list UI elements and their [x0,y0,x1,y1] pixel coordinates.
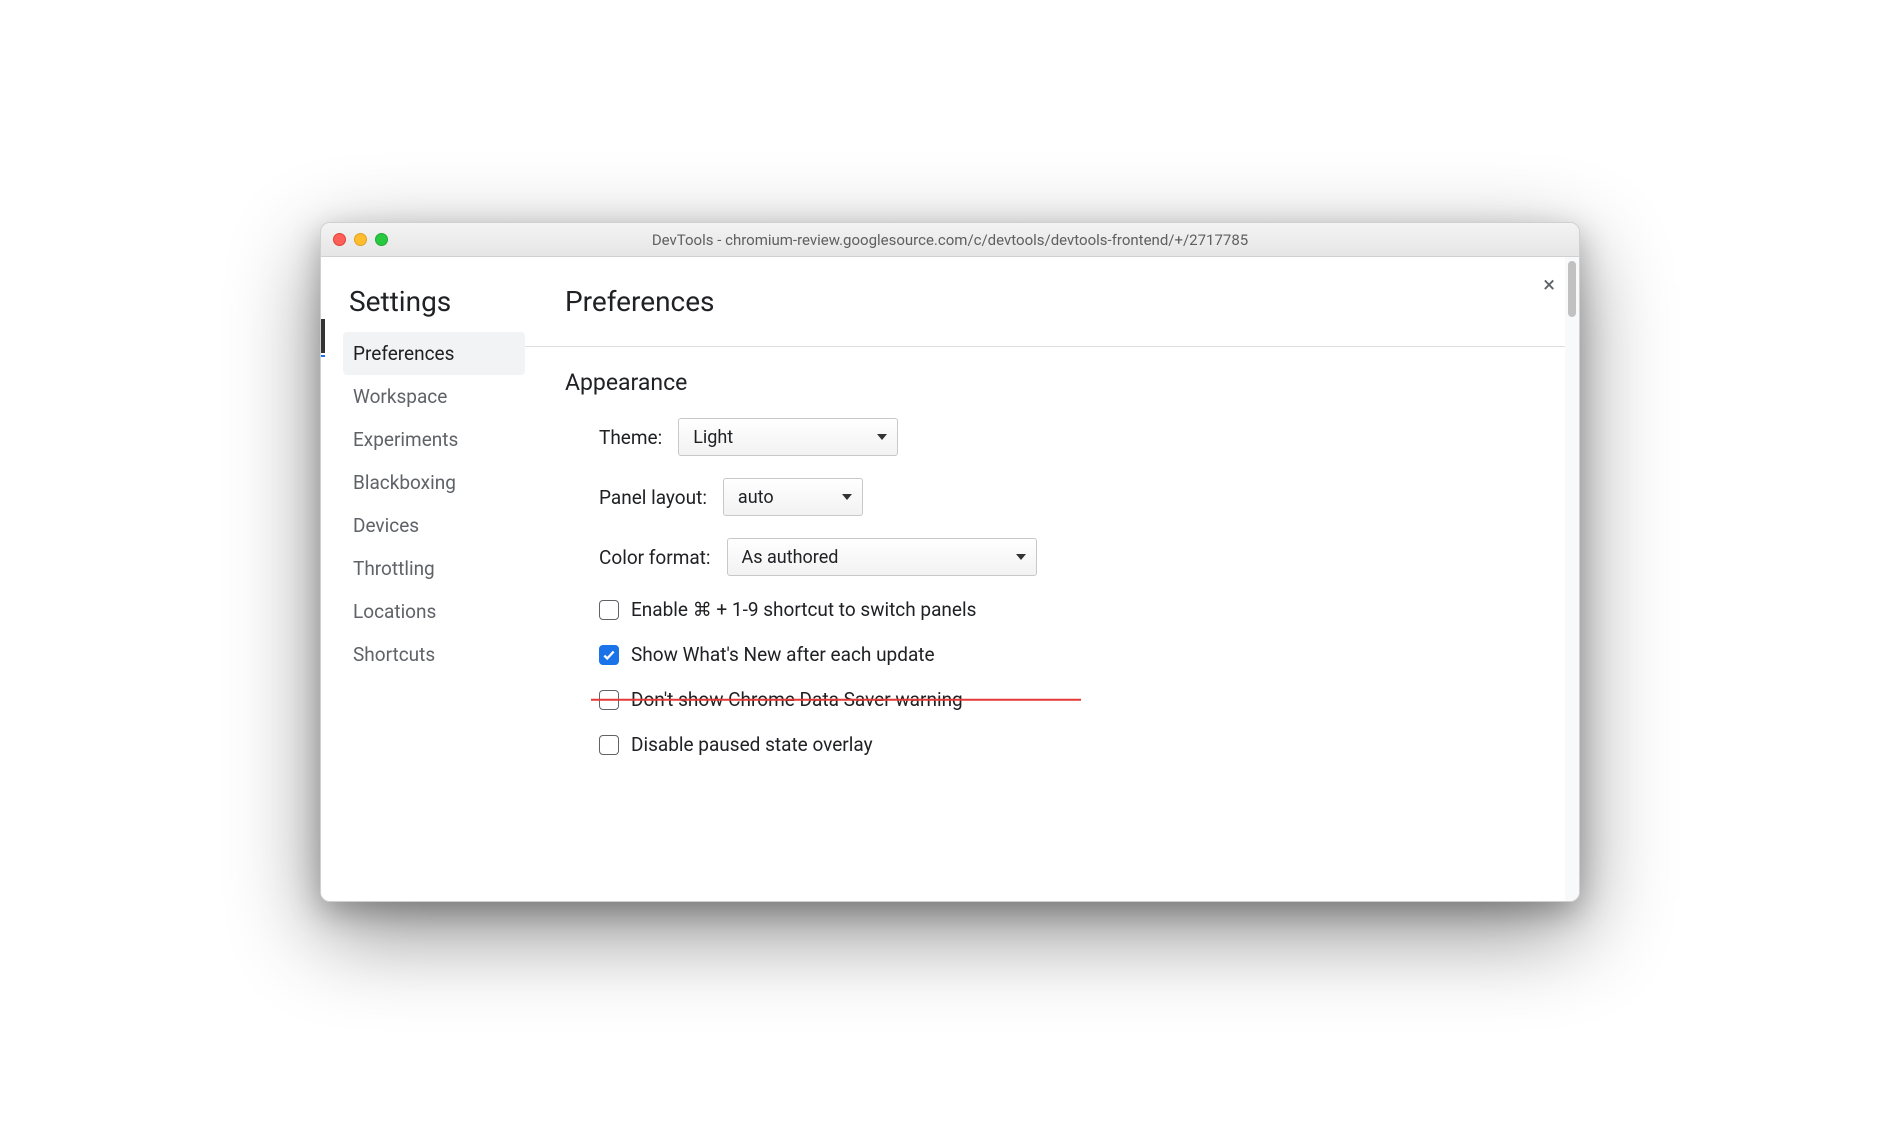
maximize-window-button[interactable] [375,233,388,246]
theme-label: Theme: [599,426,662,449]
close-icon[interactable]: × [1543,275,1555,297]
sidebar-item-shortcuts[interactable]: Shortcuts [343,633,525,676]
checkbox-show-whats-new[interactable] [599,645,619,665]
main-panel: × Preferences Appearance Theme: Light Pa… [525,257,1579,901]
checkbox-row-shortcut: Enable ⌘ + 1-9 shortcut to switch panels [599,598,1539,621]
divider [525,346,1579,347]
theme-select-value: Light [693,427,733,448]
checkbox-disable-paused-overlay[interactable] [599,735,619,755]
panel-layout-select-value: auto [738,487,774,508]
close-window-button[interactable] [333,233,346,246]
panel-layout-label: Panel layout: [599,486,707,509]
sidebar-item-experiments[interactable]: Experiments [343,418,525,461]
sidebar-item-devices[interactable]: Devices [343,504,525,547]
color-format-select-value: As authored [742,547,839,568]
checkbox-row-data-saver: Don't show Chrome Data Saver warning [599,688,1539,711]
strikethrough-annotation [591,698,1081,701]
sidebar-item-throttling[interactable]: Throttling [343,547,525,590]
checkbox-label: Disable paused state overlay [631,733,873,756]
checkbox-label: Show What's New after each update [631,643,935,666]
traffic-lights [333,233,388,246]
app-window: DevTools - chromium-review.googlesource.… [320,222,1580,902]
panel-layout-row: Panel layout: auto [599,478,1539,516]
color-format-row: Color format: As authored [599,538,1539,576]
minimize-window-button[interactable] [354,233,367,246]
checkbox-row-paused-overlay: Disable paused state overlay [599,733,1539,756]
chevron-down-icon [842,494,852,500]
sidebar-title: Settings [343,285,525,318]
panel-layout-select[interactable]: auto [723,478,863,516]
sidebar-item-blackboxing[interactable]: Blackboxing [343,461,525,504]
color-format-label: Color format: [599,546,711,569]
page-title: Preferences [565,285,1539,318]
sidebar-item-locations[interactable]: Locations [343,590,525,633]
sidebar-item-workspace[interactable]: Workspace [343,375,525,418]
section-title-appearance: Appearance [565,369,1539,396]
window-title: DevTools - chromium-review.googlesource.… [321,231,1579,249]
checkbox-enable-shortcut[interactable] [599,600,619,620]
theme-select[interactable]: Light [678,418,898,456]
scrollbar-thumb[interactable] [1568,261,1576,317]
scrollbar-track[interactable] [1565,257,1579,901]
chevron-down-icon [877,434,887,440]
appearance-group: Theme: Light Panel layout: auto Color fo… [565,418,1539,756]
theme-row: Theme: Light [599,418,1539,456]
color-format-select[interactable]: As authored [727,538,1037,576]
content-area: Settings Preferences Workspace Experimen… [321,257,1579,901]
titlebar[interactable]: DevTools - chromium-review.googlesource.… [321,223,1579,257]
sidebar-item-preferences[interactable]: Preferences [343,332,525,375]
sidebar: Settings Preferences Workspace Experimen… [325,257,525,901]
checkbox-label: Enable ⌘ + 1-9 shortcut to switch panels [631,598,976,621]
chevron-down-icon [1016,554,1026,560]
checkbox-row-whatsnew: Show What's New after each update [599,643,1539,666]
